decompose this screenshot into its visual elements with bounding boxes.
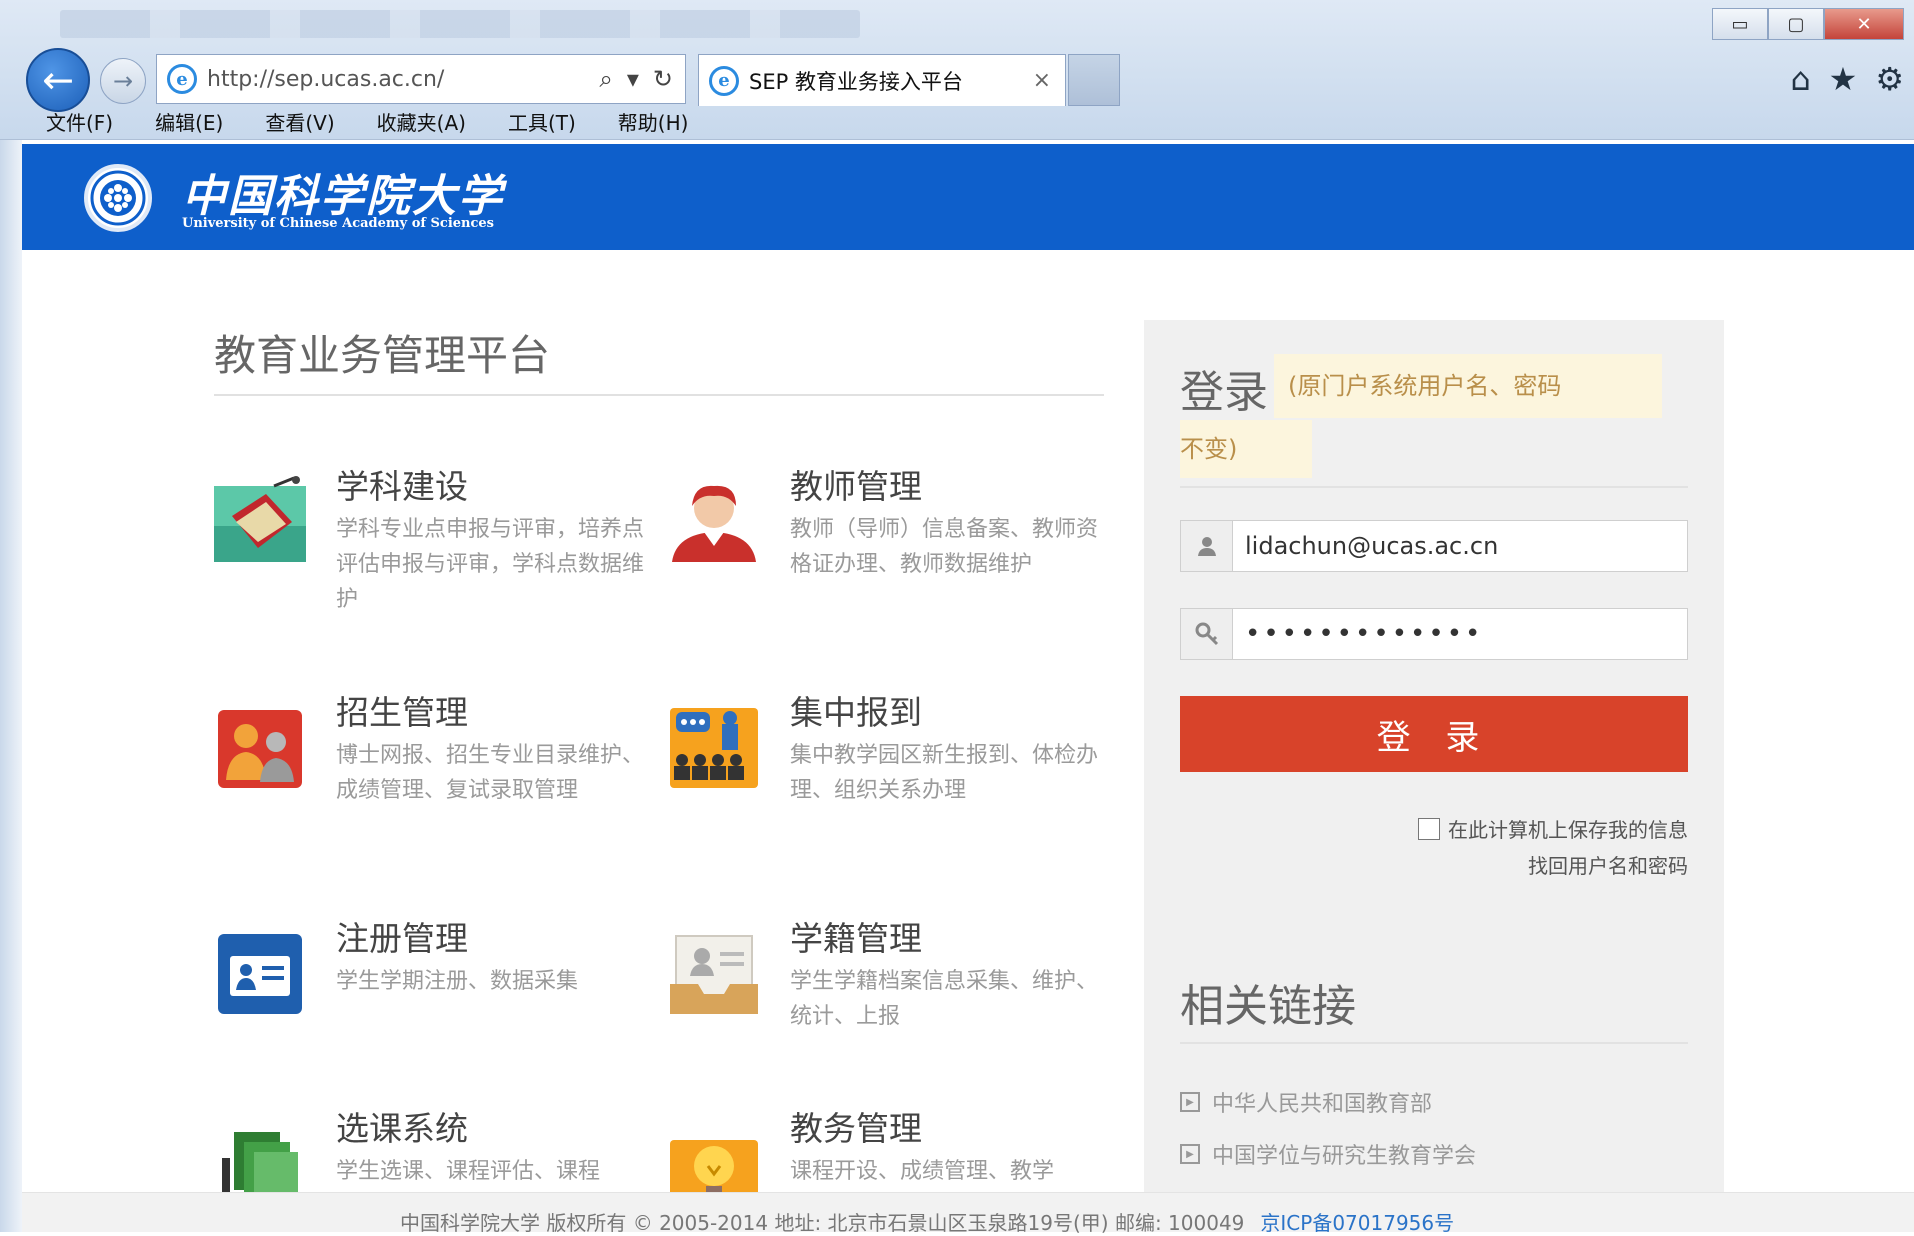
module-desc: 博士网报、招生专业目录维护、成绩管理、复试录取管理: [336, 743, 645, 803]
module-desc: 课程开设、成绩管理、教学: [790, 1159, 1055, 1184]
remember-checkbox[interactable]: [1418, 817, 1440, 840]
chevron-down-icon[interactable]: ▾: [627, 65, 639, 93]
key-icon: [1181, 609, 1233, 659]
page-footer: 中国科学院大学 版权所有 © 2005-2014 地址: 北京市石景山区玉泉路1…: [22, 1192, 1914, 1235]
window-left-edge: [0, 140, 22, 1232]
site-header: 中国科学院大学 University of Chinese Academy of…: [22, 144, 1914, 250]
blurred-titlebar: [60, 10, 860, 38]
links-divider: [1180, 1042, 1688, 1044]
checkin-audience-icon: [670, 708, 758, 788]
external-link-icon: ▶: [1180, 1092, 1200, 1112]
recover-account-link[interactable]: 找回用户名和密码: [1528, 850, 1688, 879]
close-icon[interactable]: ×: [1033, 68, 1051, 93]
links-heading: 相关链接: [1180, 981, 1356, 1032]
login-heading: 登录: [1180, 367, 1268, 418]
module-title: 选课系统: [336, 1109, 468, 1148]
module-title: 招生管理: [336, 693, 468, 732]
brand-name-cn: 中国科学院大学: [182, 171, 504, 222]
refresh-icon[interactable]: ↻: [653, 65, 673, 93]
module-course-selection[interactable]: 选课系统 学生选课、课程评估、课程: [214, 1102, 664, 1192]
university-seal-icon: [84, 164, 152, 232]
tab-sep[interactable]: e SEP 教育业务接入平台 ×: [698, 54, 1066, 106]
forward-button[interactable]: →: [100, 58, 146, 104]
maximize-button[interactable]: ▢: [1768, 8, 1824, 40]
menu-help[interactable]: 帮助(H): [612, 107, 695, 136]
id-card-icon: [218, 934, 302, 1014]
password-field[interactable]: [1180, 608, 1688, 660]
page-title: 教育业务管理平台: [214, 331, 551, 380]
module-desc: 学生学籍档案信息采集、维护、统计、上报: [790, 969, 1099, 1029]
menu-bar: 文件(F) 编辑(E) 查看(V) 收藏夹(A) 工具(T) 帮助(H): [40, 104, 724, 138]
menu-view[interactable]: 查看(V): [259, 107, 340, 136]
tab-title: SEP 教育业务接入平台: [749, 69, 963, 94]
module-title: 学籍管理: [790, 919, 922, 958]
link-degree-society[interactable]: ▶ 中国学位与研究生教育学会: [1180, 1138, 1476, 1170]
remember-me[interactable]: 在此计算机上保存我的信息: [1418, 814, 1688, 843]
icp-link[interactable]: 京ICP备07017956号: [1260, 1211, 1454, 1235]
link-moe[interactable]: ▶ 中华人民共和国教育部: [1180, 1086, 1432, 1118]
browser-chrome: ▭ ▢ ✕ ← → e http://sep.ucas.ac.cn/ ⌕ ▾ ↻…: [0, 0, 1914, 140]
address-bar[interactable]: e http://sep.ucas.ac.cn/ ⌕ ▾ ↻: [156, 54, 686, 104]
title-divider: [214, 394, 1104, 396]
login-panel: 登录 (原门户系统用户名、密码 不变) 登 录 在此计算机上保存我的信息 找回用…: [1144, 320, 1724, 1192]
username-input[interactable]: [1233, 521, 1687, 571]
back-button[interactable]: ←: [26, 48, 90, 112]
module-title: 学科建设: [336, 467, 468, 506]
module-desc: 集中教学园区新生报到、体检办理、组织关系办理: [790, 743, 1099, 803]
address-actions: ⌕ ▾ ↻: [599, 65, 673, 93]
brand-name-en: University of Chinese Academy of Science…: [182, 216, 494, 231]
module-title: 教务管理: [790, 1109, 922, 1148]
browser-toolbar-icons: ⌂ ★ ⚙: [1790, 60, 1904, 98]
window-controls: ▭ ▢ ✕: [1712, 8, 1904, 40]
module-academic-affairs[interactable]: 教务管理 课程开设、成绩管理、教学: [668, 1102, 1118, 1192]
login-note: (原门户系统用户名、密码: [1274, 354, 1662, 418]
student-record-icon: [670, 935, 758, 1014]
module-desc: 学生选课、课程评估、课程: [336, 1159, 601, 1184]
login-note-continued: 不变): [1180, 420, 1312, 478]
module-title: 教师管理: [790, 467, 922, 506]
link-label: 中国学位与研究生教育学会: [1212, 1144, 1477, 1169]
username-field[interactable]: [1180, 520, 1688, 572]
teacher-avatar-icon: [672, 485, 756, 562]
copyright-text: 中国科学院大学 版权所有 © 2005-2014 地址: 北京市石景山区玉泉路1…: [400, 1211, 1245, 1235]
external-link-icon: ▶: [1180, 1144, 1200, 1164]
new-tab-button[interactable]: [1068, 54, 1120, 106]
navigation-row: ← → e http://sep.ucas.ac.cn/ ⌕ ▾ ↻ e SEP…: [20, 46, 1894, 112]
close-window-button[interactable]: ✕: [1824, 8, 1904, 40]
module-desc: 学生学期注册、数据采集: [336, 969, 579, 994]
module-desc: 学科专业点申报与评审，培养点评估申报与评审，学科点数据维护: [336, 517, 645, 612]
ie-logo-icon: e: [709, 65, 739, 96]
menu-tools[interactable]: 工具(T): [502, 107, 582, 136]
module-title: 注册管理: [336, 919, 468, 958]
arrow-right-icon: →: [112, 67, 134, 95]
password-input[interactable]: [1233, 609, 1687, 659]
module-title: 集中报到: [790, 693, 922, 732]
menu-edit[interactable]: 编辑(E): [149, 107, 229, 136]
home-icon[interactable]: ⌂: [1790, 60, 1810, 98]
enrollment-people-icon: [218, 710, 302, 788]
minimize-button[interactable]: ▭: [1712, 8, 1768, 40]
ie-logo-icon: e: [167, 64, 197, 94]
link-label: 中华人民共和国教育部: [1212, 1092, 1433, 1117]
menu-file[interactable]: 文件(F): [40, 107, 119, 136]
user-icon: [1181, 521, 1233, 571]
academic-bulb-icon: [670, 1140, 758, 1192]
arrow-left-icon: ←: [42, 58, 74, 102]
gear-icon[interactable]: ⚙: [1875, 60, 1904, 98]
course-selection-icon: [222, 1132, 298, 1192]
address-text[interactable]: http://sep.ucas.ac.cn/: [207, 67, 599, 92]
search-icon[interactable]: ⌕: [599, 65, 612, 93]
discipline-book-icon: [214, 476, 306, 562]
remember-label: 在此计算机上保存我的信息: [1448, 818, 1688, 842]
menu-favorites[interactable]: 收藏夹(A): [371, 107, 472, 136]
module-desc: 教师（导师）信息备案、教师资格证办理、教师数据维护: [790, 517, 1099, 577]
star-icon[interactable]: ★: [1829, 60, 1858, 98]
login-button[interactable]: 登 录: [1180, 696, 1688, 772]
login-divider: [1180, 486, 1688, 488]
